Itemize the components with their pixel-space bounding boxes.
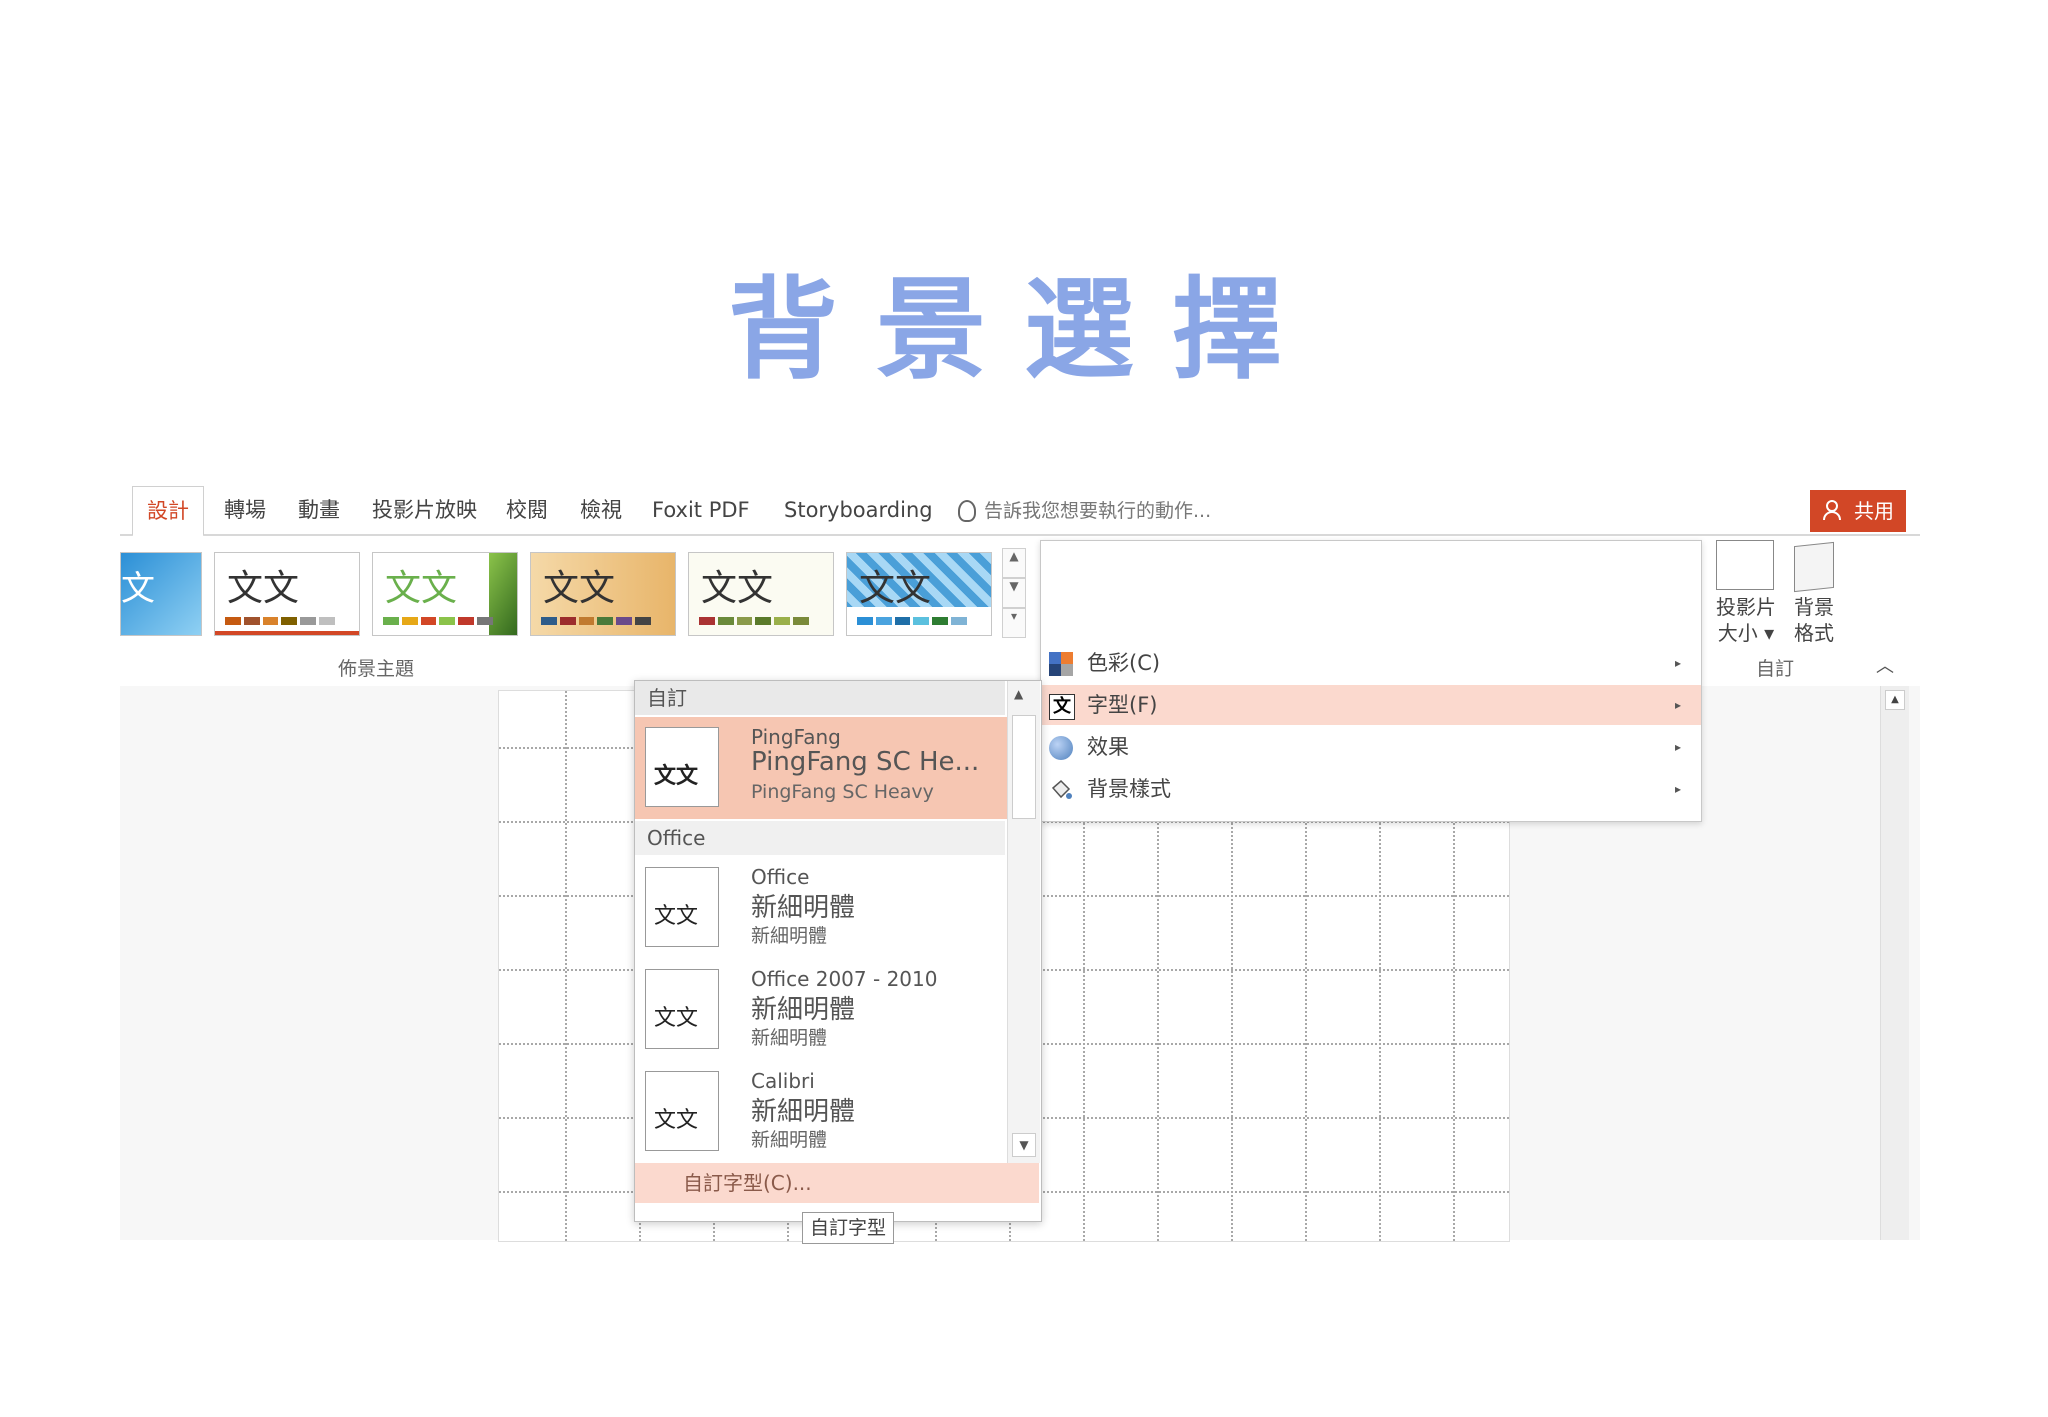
font-icon: 文 [1049,694,1075,720]
tab-animations[interactable]: 動畫 [298,486,340,534]
tab-foxit-pdf[interactable]: Foxit PDF [652,486,750,534]
scroll-down-arrow-icon[interactable]: ▼ [1012,1133,1036,1157]
effects-icon [1049,736,1073,760]
scroll-up-arrow-icon[interactable]: ▲ [1885,690,1905,710]
tell-me-text: 告訴我您想要執行的動作... [984,500,1212,522]
font-heading-sample: 新細明體 [751,1097,856,1127]
font-thumbnail: 文文 [645,1071,719,1151]
themes-group-label: 佈景主題 [338,658,415,680]
menu-label-effects: 效果 [1087,735,1129,759]
theme-thumbnail-green[interactable]: 文文 [372,552,518,636]
font-scheme-name: Office 2007 - 2010 [751,967,938,991]
format-background-icon [1794,541,1834,593]
gallery-scroll-up[interactable]: ▲ [1002,548,1026,578]
theme-thumbnail-olive[interactable]: 文文 [688,552,834,636]
font-scheme-name: Calibri [751,1069,815,1093]
tab-storyboarding[interactable]: Storyboarding [784,486,933,534]
theme-thumbnail-office[interactable]: 文文 [214,552,360,636]
font-heading-sample: 新細明體 [751,995,856,1025]
gallery-more-button[interactable]: ▾ [1002,608,1026,638]
theme-sample-text: 文文 [859,568,932,609]
submenu-arrow-icon: ▸ [1674,656,1681,670]
fonts-scrollbar[interactable]: ▲ ▼ [1007,681,1040,1163]
menu-label-fonts: 字型(F) [1087,693,1158,717]
menu-item-effects[interactable]: 效果 ▸ [1041,727,1701,767]
menu-label-colors: 色彩(C) [1087,651,1161,675]
tab-slideshow[interactable]: 投影片放映 [372,486,477,534]
person-add-icon [1823,500,1841,521]
share-label: 共用 [1854,499,1894,523]
font-option-office[interactable]: 文文 Office 新細明體 新細明體 [635,857,1007,959]
color-palette-icon [1049,652,1073,676]
lightbulb-icon [958,500,976,522]
collapse-ribbon-icon[interactable]: ︿ [1876,652,1894,678]
fonts-dropdown: 自訂 文文 PingFang PingFang SC He... PingFan… [634,680,1042,1222]
menu-item-background-styles[interactable]: 背景樣式 ▸ [1041,769,1701,809]
font-option-office-2007-2010[interactable]: 文文 Office 2007 - 2010 新細明體 新細明體 [635,959,1007,1061]
menu-item-colors[interactable]: 色彩(C) ▸ [1041,643,1701,683]
font-body-sample: 新細明體 [751,1129,828,1151]
page-title: 背景選擇 [728,266,1320,394]
editor-scrollbar[interactable]: ▲ [1880,686,1909,1240]
theme-sample-text: 文文 [227,568,300,609]
submenu-arrow-icon: ▸ [1674,740,1681,754]
bg-format-label-1: 背景 [1794,595,1834,619]
font-body-sample: 新細明體 [751,1027,828,1049]
menu-label-background-styles: 背景樣式 [1087,777,1171,801]
font-thumbnail: 文文 [645,867,719,947]
customize-fonts-button[interactable]: 自訂字型(C)... [635,1163,1039,1203]
font-body-sample: PingFang SC Heavy [751,781,934,803]
font-heading-sample: 新細明體 [751,893,856,923]
tab-review[interactable]: 校閱 [506,486,548,534]
custom-section-header: 自訂 [635,681,1005,715]
gallery-scroll-down[interactable]: ▼ [1002,578,1026,608]
tab-transitions[interactable]: 轉場 [224,486,266,534]
menu-item-fonts[interactable]: 文 字型(F) ▸ [1041,685,1701,725]
tell-me-box[interactable]: 告訴我您想要執行的動作... [958,486,1211,534]
bg-format-label-2: 格式 [1794,621,1834,645]
font-option-pingfang[interactable]: 文文 PingFang PingFang SC He... PingFang S… [635,717,1007,819]
font-body-sample: 新細明體 [751,925,828,947]
theme-sample-text: 文文 [543,568,616,609]
font-scheme-name: PingFang [751,725,841,749]
font-heading-sample: PingFang SC He... [751,747,980,777]
scroll-thumb[interactable] [1012,715,1036,819]
scroll-up-arrow-icon[interactable]: ▲ [1014,687,1023,701]
office-section-header: Office [635,821,1005,855]
tab-view[interactable]: 檢視 [580,486,622,534]
slide-size-icon [1716,540,1774,590]
customize-group-label: 自訂 [1756,658,1795,680]
tab-design[interactable]: 設計 [132,486,204,537]
slide-size-button[interactable]: 投影片 大小 ▾ [1716,594,1776,646]
font-option-calibri[interactable]: 文文 Calibri 新細明體 新細明體 [635,1061,1007,1163]
ribbon-tab-bar: 設計 轉場 動畫 投影片放映 校閱 檢視 Foxit PDF Storyboar… [120,486,1920,537]
theme-thumbnail-wood[interactable]: 文文 [530,552,676,636]
theme-sample-text: 文文 [701,568,774,609]
tooltip: 自訂字型 [802,1212,894,1244]
share-button[interactable]: 共用 [1810,490,1906,532]
theme-thumbnail-blue[interactable]: 文 [120,552,202,636]
submenu-arrow-icon: ▸ [1674,782,1681,796]
font-thumbnail: 文文 [645,727,719,807]
font-scheme-name: Office [751,865,810,889]
theme-sample-text: 文文 [385,568,458,609]
customize-fonts-label: 自訂字型(C)... [683,1171,812,1195]
variants-menu: 色彩(C) ▸ 文 字型(F) ▸ 效果 ▸ 背景樣式 ▸ [1040,540,1702,822]
slide-size-label-2: 大小 ▾ [1717,621,1775,645]
slide-size-label-1: 投影片 [1716,595,1776,619]
theme-thumbnail-pattern[interactable]: 文文 [846,552,992,636]
font-thumbnail: 文文 [645,969,719,1049]
format-background-button[interactable]: 背景 格式 [1786,594,1842,646]
paint-bucket-icon [1051,779,1072,799]
submenu-arrow-icon: ▸ [1674,698,1681,712]
